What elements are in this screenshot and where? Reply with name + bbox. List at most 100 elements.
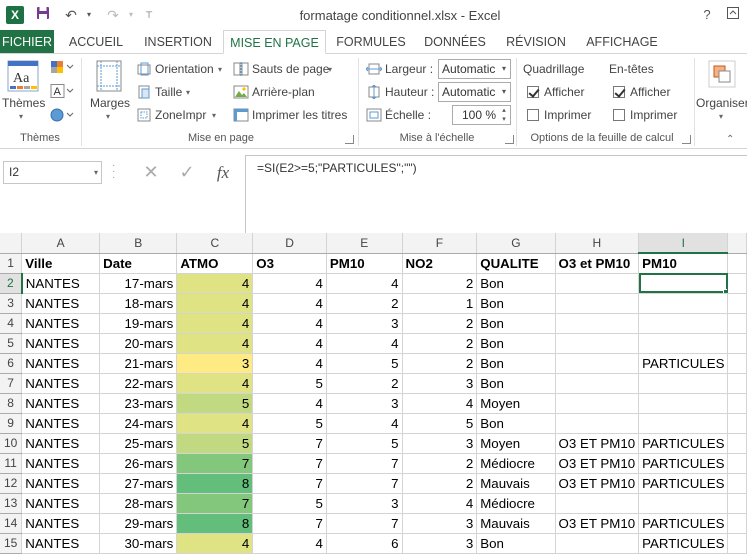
cell-overflow[interactable] (727, 373, 747, 394)
cell-ville[interactable]: NANTES (21, 453, 101, 474)
cell-o3-pm10[interactable]: O3 ET PM10 (555, 453, 640, 474)
cell-no2[interactable]: 2 (402, 473, 478, 494)
redo-icon[interactable]: ↷ (104, 6, 122, 24)
cell-atmo[interactable]: 5 (176, 393, 254, 414)
cell-qualite[interactable]: Moyen (476, 393, 556, 414)
page-setup-launcher-icon[interactable] (345, 135, 354, 144)
cell-overflow[interactable] (727, 253, 747, 274)
row-header[interactable]: 15 (0, 533, 23, 554)
cell-date[interactable]: 30-mars (99, 533, 178, 554)
cell-qualite[interactable]: Bon (476, 533, 556, 554)
cell-overflow[interactable] (727, 433, 747, 454)
tab-donnees[interactable]: DONNÉES (418, 30, 492, 54)
cell-qualite[interactable]: Mauvais (476, 513, 556, 534)
cell-o3-pm10[interactable] (555, 353, 640, 374)
margins-icon[interactable] (95, 60, 123, 95)
cell-atmo[interactable]: 4 (176, 373, 254, 394)
arrange-button[interactable]: Organiser (696, 96, 747, 110)
cell-o3-pm10[interactable]: O3 ET PM10 (555, 473, 640, 494)
tab-affichage[interactable]: AFFICHAGE (580, 30, 664, 54)
print-area-button[interactable]: ZoneImpr (155, 108, 206, 122)
row-header[interactable]: 7 (0, 373, 23, 394)
active-cell[interactable] (638, 273, 729, 294)
cell-no2[interactable]: 4 (402, 493, 478, 514)
cell-no2[interactable]: 3 (402, 513, 478, 534)
cell-o3-pm10[interactable] (555, 493, 640, 514)
theme-effects-icon[interactable] (50, 108, 74, 125)
cell-date[interactable]: 20-mars (99, 333, 178, 354)
row-header[interactable]: 12 (0, 473, 23, 494)
cell-qualite[interactable]: Bon (476, 293, 556, 314)
cell-header-ville[interactable]: Ville (21, 253, 101, 274)
tab-mise-en-page[interactable]: MISE EN PAGE (223, 30, 326, 54)
cell-o3[interactable]: 7 (252, 433, 327, 454)
tab-fichier[interactable]: FICHIER (0, 30, 54, 54)
collapse-ribbon-icon[interactable]: ⌃ (726, 134, 734, 145)
undo-dropdown-icon[interactable]: ▾ (80, 6, 98, 24)
cell-overflow[interactable] (727, 333, 747, 354)
tab-insertion[interactable]: INSERTION (137, 30, 219, 54)
size-button[interactable]: Taille (155, 85, 182, 99)
cell-pm10[interactable]: 6 (326, 533, 403, 554)
cell-o3-pm10[interactable] (555, 393, 640, 414)
cell-atmo[interactable]: 7 (176, 493, 254, 514)
cell-pm10[interactable]: 5 (326, 433, 403, 454)
cell-pm10[interactable]: 2 (326, 373, 403, 394)
cell-date[interactable]: 28-mars (99, 493, 178, 514)
cell-no2[interactable]: 2 (402, 333, 478, 354)
cell-date[interactable]: 22-mars (99, 373, 178, 394)
column-header-b[interactable]: B (99, 233, 178, 254)
row-header[interactable]: 6 (0, 353, 23, 374)
cell-atmo[interactable]: 4 (176, 293, 254, 314)
arrange-icon[interactable] (708, 60, 736, 91)
margins-button[interactable]: Marges (90, 96, 130, 110)
cell-o3[interactable]: 5 (252, 493, 327, 514)
cell-pm10-flag[interactable]: PARTICULES (638, 473, 729, 494)
cell-pm10-flag[interactable]: PARTICULES (638, 353, 729, 374)
cell-ville[interactable]: NANTES (21, 533, 101, 554)
customize-qat-icon[interactable]: ⊤ (140, 6, 158, 24)
cell-atmo[interactable]: 4 (176, 313, 254, 334)
print-area-icon[interactable] (137, 108, 151, 125)
cell-pm10-flag[interactable]: PARTICULES (638, 533, 729, 554)
row-header[interactable]: 4 (0, 313, 23, 334)
cell-overflow[interactable] (727, 453, 747, 474)
cell-o3[interactable]: 7 (252, 473, 327, 494)
cell-qualite[interactable]: Bon (476, 333, 556, 354)
row-header[interactable]: 14 (0, 513, 23, 534)
cell-ville[interactable]: NANTES (21, 333, 101, 354)
name-box[interactable]: I2 ▾ (3, 161, 102, 184)
cell-no2[interactable]: 2 (402, 353, 478, 374)
cell-atmo[interactable]: 4 (176, 333, 254, 354)
cell-date[interactable]: 25-mars (99, 433, 178, 454)
column-header-g[interactable]: G (476, 233, 556, 254)
cell-pm10[interactable]: 7 (326, 473, 403, 494)
cell-o3[interactable]: 4 (252, 533, 327, 554)
cell-header-o3-pm10[interactable]: O3 et PM10 (555, 253, 640, 274)
background-button[interactable]: Arrière-plan (252, 85, 315, 99)
save-icon[interactable] (34, 6, 52, 24)
tab-formules[interactable]: FORMULES (330, 30, 412, 54)
cell-header-o3[interactable]: O3 (252, 253, 327, 274)
cell-atmo[interactable]: 8 (176, 473, 254, 494)
cell-atmo[interactable]: 8 (176, 513, 254, 534)
gridlines-print-checkbox[interactable] (527, 109, 539, 121)
excel-icon[interactable]: X (6, 6, 24, 24)
background-icon[interactable] (233, 85, 249, 102)
cell-header-date[interactable]: Date (99, 253, 178, 274)
cell-no2[interactable]: 2 (402, 273, 478, 294)
cell-ville[interactable]: NANTES (21, 513, 101, 534)
cell-qualite[interactable]: Bon (476, 353, 556, 374)
cell-date[interactable]: 19-mars (99, 313, 178, 334)
cell-ville[interactable]: NANTES (21, 313, 101, 334)
scale-input[interactable]: 100 % ▴ ▾ (452, 105, 511, 125)
cell-o3-pm10[interactable]: O3 ET PM10 (555, 513, 640, 534)
cell-pm10[interactable]: 7 (326, 453, 403, 474)
cell-o3-pm10[interactable]: O3 ET PM10 (555, 433, 640, 454)
undo-icon[interactable]: ↶ (62, 6, 80, 24)
size-icon[interactable] (137, 85, 151, 102)
cell-date[interactable]: 23-mars (99, 393, 178, 414)
cell-o3-pm10[interactable] (555, 373, 640, 394)
cell-qualite[interactable]: Moyen (476, 433, 556, 454)
worksheet-grid[interactable]: A B C D E F G H I 1 Ville Date ATMO O3 P… (0, 233, 747, 557)
